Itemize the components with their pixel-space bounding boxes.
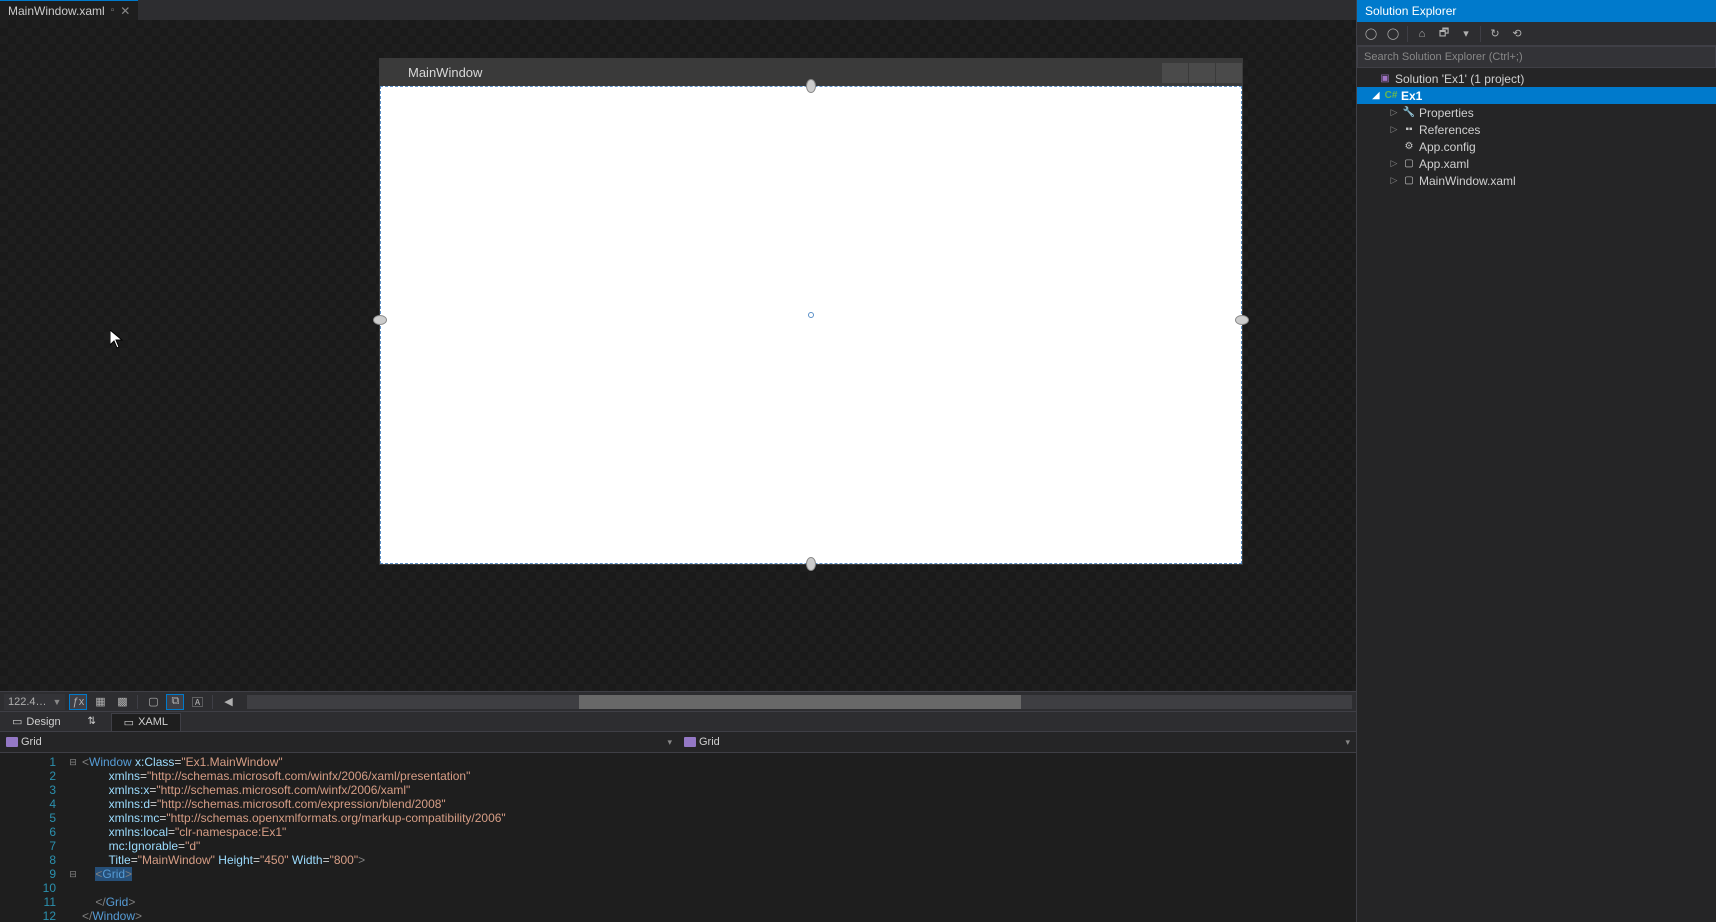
project-node[interactable]: ◢ C# Ex1 bbox=[1357, 87, 1716, 104]
separator bbox=[1407, 26, 1408, 42]
project-label: Ex1 bbox=[1401, 89, 1422, 103]
cursor-icon bbox=[110, 330, 124, 355]
scrollbar-thumb[interactable] bbox=[579, 695, 1021, 709]
grid-selection[interactable] bbox=[380, 86, 1242, 564]
resize-handle-top[interactable] bbox=[806, 79, 816, 93]
tree-item-label: App.xaml bbox=[1419, 157, 1469, 171]
designer-toolbar: 122.4… ▼ ƒx ▦ ▩ ▢ ⧉ 🄰 ◀ bbox=[0, 691, 1356, 711]
breadcrumb-right-label: Grid bbox=[699, 736, 720, 748]
element-icon bbox=[684, 737, 696, 747]
solution-tree[interactable]: ▣ Solution 'Ex1' (1 project) ◢ C# Ex1 ▷ … bbox=[1357, 68, 1716, 922]
ref-icon: ▪▪ bbox=[1402, 123, 1416, 137]
wrench-icon: 🔧 bbox=[1402, 106, 1416, 120]
view-switch-tabs: ▭ Design ⇅ ▭ XAML bbox=[0, 711, 1356, 731]
center-marker bbox=[808, 312, 814, 318]
swap-panes-icon[interactable]: ⇅ bbox=[85, 715, 99, 729]
csharp-project-icon: C# bbox=[1384, 89, 1398, 103]
zoom-value: 122.4… bbox=[8, 696, 47, 708]
sync-icon[interactable]: 🗗 bbox=[1436, 26, 1452, 42]
tree-item-label: References bbox=[1419, 123, 1480, 137]
window-preview[interactable]: MainWindow bbox=[379, 58, 1243, 565]
expand-icon[interactable]: ▷ bbox=[1389, 175, 1399, 186]
separator bbox=[212, 695, 213, 709]
collapse-icon[interactable]: ⟲ bbox=[1509, 26, 1525, 42]
close-icon[interactable]: ✕ bbox=[120, 4, 130, 18]
chevron-down-icon[interactable]: ▾ bbox=[667, 737, 672, 748]
design-tab-label: Design bbox=[26, 716, 60, 728]
breadcrumb-left[interactable]: Grid bbox=[6, 736, 42, 748]
tree-item[interactable]: ▷ 🔧 Properties bbox=[1357, 104, 1716, 121]
tree-item-label: MainWindow.xaml bbox=[1419, 174, 1516, 188]
design-tab[interactable]: ▭ Design bbox=[0, 713, 73, 731]
snap-lines-icon[interactable]: ⧉ bbox=[166, 694, 184, 710]
forward-icon[interactable]: ◯ bbox=[1385, 26, 1401, 42]
expand-icon[interactable]: ▷ bbox=[1389, 124, 1399, 135]
line-number-gutter: 123456789101112 bbox=[0, 753, 64, 922]
expand-icon[interactable]: ▷ bbox=[1389, 107, 1399, 118]
tree-item[interactable]: ▷ ▢ MainWindow.xaml bbox=[1357, 172, 1716, 189]
arrow-left-icon[interactable]: ◀ bbox=[219, 694, 237, 710]
tree-item-label: App.config bbox=[1419, 140, 1476, 154]
window-title: MainWindow bbox=[408, 65, 482, 80]
expand-icon[interactable]: ◢ bbox=[1371, 90, 1381, 101]
tab-preview-glyph: ▫ bbox=[111, 5, 115, 16]
xaml-icon: ▢ bbox=[1402, 174, 1416, 188]
separator bbox=[137, 695, 138, 709]
solution-explorer-toolbar: ◯ ◯ ⌂ 🗗 ▾ ↻ ⟲ bbox=[1357, 22, 1716, 46]
grid-small-icon[interactable]: ▩ bbox=[113, 694, 131, 710]
tree-item[interactable]: ▷ ▢ App.xaml bbox=[1357, 155, 1716, 172]
lock-icon[interactable]: 🄰 bbox=[188, 694, 206, 710]
chevron-down-icon: ▼ bbox=[53, 697, 62, 707]
solution-icon: ▣ bbox=[1378, 72, 1392, 86]
tab-label: MainWindow.xaml bbox=[8, 4, 105, 18]
refresh-icon[interactable]: ↻ bbox=[1487, 26, 1503, 42]
effects-toggle-icon[interactable]: ƒx bbox=[69, 694, 87, 710]
resize-handle-left[interactable] bbox=[373, 315, 387, 325]
home-icon[interactable]: ⌂ bbox=[1414, 26, 1430, 42]
element-icon bbox=[6, 737, 18, 747]
tree-item-label: Properties bbox=[1419, 106, 1474, 120]
xaml-code-editor[interactable]: 123456789101112 ⊟ ⊟ <Window x:Class="Ex1… bbox=[0, 752, 1356, 922]
zoom-combo[interactable]: 122.4… ▼ bbox=[4, 694, 65, 710]
separator bbox=[1480, 26, 1481, 42]
document-tab-strip: MainWindow.xaml ▫ ✕ bbox=[0, 0, 1356, 20]
snap-icon[interactable]: ▢ bbox=[144, 694, 162, 710]
breadcrumb-left-label: Grid bbox=[21, 736, 42, 748]
solution-node[interactable]: ▣ Solution 'Ex1' (1 project) bbox=[1357, 70, 1716, 87]
xaml-tab-icon: ▭ bbox=[124, 716, 134, 729]
solution-explorer-title: Solution Explorer bbox=[1357, 0, 1716, 22]
xaml-tab[interactable]: ▭ XAML bbox=[111, 713, 181, 731]
solution-search-input[interactable]: Search Solution Explorer (Ctrl+;) bbox=[1357, 46, 1716, 68]
code-content[interactable]: <Window x:Class="Ex1.MainWindow" xmlns="… bbox=[82, 753, 1356, 922]
horizontal-scrollbar[interactable] bbox=[247, 695, 1352, 709]
maximize-button bbox=[1189, 63, 1215, 83]
close-button bbox=[1216, 63, 1242, 83]
minimize-button bbox=[1162, 63, 1188, 83]
chevron-down-icon[interactable]: ▾ bbox=[1458, 26, 1474, 42]
solution-explorer-panel: Solution Explorer ◯ ◯ ⌂ 🗗 ▾ ↻ ⟲ Search S… bbox=[1356, 0, 1716, 922]
xaml-icon: ▢ bbox=[1402, 157, 1416, 171]
xaml-tab-label: XAML bbox=[138, 716, 168, 728]
window-buttons bbox=[1161, 63, 1242, 83]
search-placeholder: Search Solution Explorer (Ctrl+;) bbox=[1364, 51, 1523, 63]
xaml-designer-canvas[interactable]: MainWindow bbox=[0, 20, 1356, 691]
expand-icon[interactable]: ▷ bbox=[1389, 158, 1399, 169]
fold-gutter[interactable]: ⊟ ⊟ bbox=[64, 753, 82, 922]
breadcrumb-bar: Grid ▾ Grid ▾ bbox=[0, 731, 1356, 752]
grid-large-icon[interactable]: ▦ bbox=[91, 694, 109, 710]
back-icon[interactable]: ◯ bbox=[1363, 26, 1379, 42]
breadcrumb-right[interactable]: Grid bbox=[684, 736, 720, 748]
resize-handle-right[interactable] bbox=[1235, 315, 1249, 325]
cfg-icon: ⚙ bbox=[1402, 140, 1416, 154]
design-tab-icon: ▭ bbox=[12, 715, 22, 728]
solution-label: Solution 'Ex1' (1 project) bbox=[1395, 72, 1524, 86]
tree-item[interactable]: ⚙ App.config bbox=[1357, 138, 1716, 155]
resize-handle-bottom[interactable] bbox=[806, 557, 816, 571]
tree-item[interactable]: ▷ ▪▪ References bbox=[1357, 121, 1716, 138]
document-tab-mainwindow[interactable]: MainWindow.xaml ▫ ✕ bbox=[0, 0, 138, 20]
chevron-down-icon[interactable]: ▾ bbox=[1345, 737, 1350, 748]
